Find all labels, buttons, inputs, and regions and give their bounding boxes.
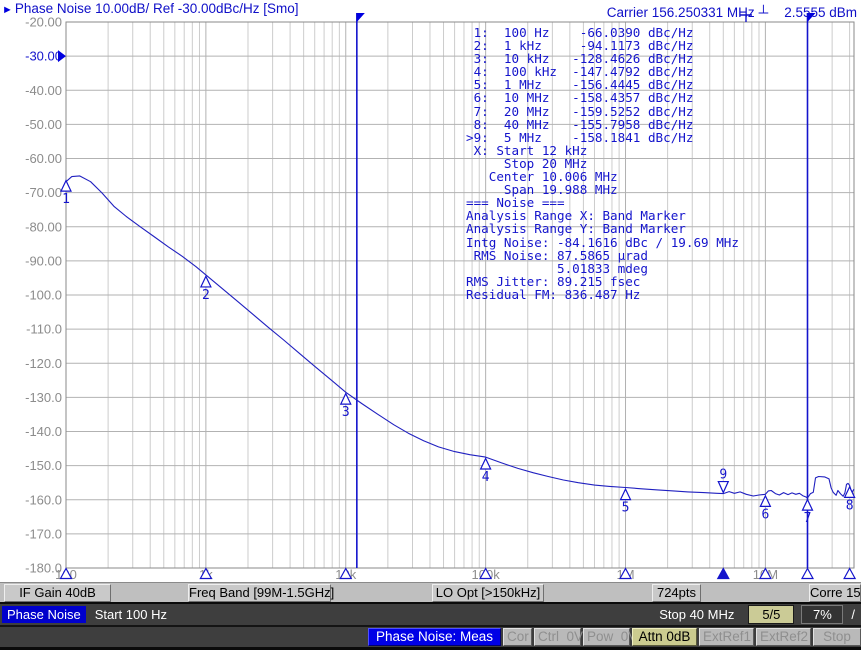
marker-1-label: 1 <box>62 192 70 207</box>
hw-status-if-gain-40db[interactable]: IF Gain 40dB <box>4 584 111 602</box>
softkey-stop[interactable]: Stop <box>813 628 861 646</box>
band-marker-flag-icon <box>357 13 365 22</box>
softkey-attn-0db[interactable]: Attn 0dB <box>632 628 697 646</box>
marker-4-icon[interactable] <box>481 459 491 470</box>
marker-7-label: 7 <box>804 511 812 526</box>
trace-title-text: Phase Noise 10.00dB/ Ref -30.00dBc/Hz [S… <box>15 1 299 16</box>
y-tick-label: -80.00 <box>25 219 62 234</box>
softkey-ctrl-0v[interactable]: Ctrl 0V <box>534 628 581 646</box>
busy-indicator: / <box>851 607 855 622</box>
y-tick-label: -90.00 <box>25 253 62 268</box>
y-tick-label: -140.0 <box>25 424 62 439</box>
marker-8-axis-indicator-icon <box>844 569 855 579</box>
channel-badge[interactable]: Phase Noise <box>2 606 86 623</box>
y-tick-label: -160.0 <box>25 492 62 507</box>
measurement-status-bar: Phase Noise Start 100 Hz Stop 40 MHz 5/5… <box>0 604 861 625</box>
y-tick-label: -100.0 <box>25 288 62 303</box>
marker-7-icon[interactable] <box>802 500 812 511</box>
y-tick-label: -150.0 <box>25 458 62 473</box>
softkey-extref2[interactable]: ExtRef2 <box>756 628 811 646</box>
marker-3-label: 3 <box>342 405 350 420</box>
trace-title[interactable]: ►Phase Noise 10.00dB/ Ref -30.00dBc/Hz [… <box>2 1 299 16</box>
softkey-extref1[interactable]: ExtRef1 <box>699 628 754 646</box>
hw-status-724pts[interactable]: 724pts <box>652 584 701 602</box>
y-tick-label: -60.00 <box>25 151 62 166</box>
marker-6-icon[interactable] <box>760 496 770 507</box>
y-tick-label: -50.00 <box>25 117 62 132</box>
y-tick-label: -130.0 <box>25 390 62 405</box>
marker-1-icon[interactable] <box>61 181 71 192</box>
marker-5-icon[interactable] <box>621 489 631 500</box>
instrument-screen: -20.00 -30.00 -40.00 -50.00 -60.00 -70.00 -80.… <box>0 0 861 650</box>
sweep-stop-readout: Stop 40 MHz <box>659 607 734 622</box>
softkey-cor[interactable]: Cor <box>503 628 532 646</box>
y-tick-label: -170.0 <box>25 526 62 541</box>
active-trace-arrow-icon: ► <box>2 4 13 16</box>
marker-5-label: 5 <box>622 501 630 516</box>
marker-8-label: 8 <box>846 498 854 513</box>
y-tick-label: -20.00 <box>25 15 62 30</box>
hw-status-lo-opt-150khz[interactable]: LO Opt [>150kHz] <box>432 584 544 602</box>
marker-4-label: 4 <box>482 470 490 485</box>
softkey-pow-0v[interactable]: Pow 0V <box>583 628 630 646</box>
marker-6-label: 6 <box>761 507 769 522</box>
y-tick-label: -70.00 <box>25 185 62 200</box>
y-tick-label: -30.00 <box>25 49 62 64</box>
marker-9-icon[interactable] <box>718 482 728 493</box>
softkey-phase-noise-meas[interactable]: Phase Noise: Meas <box>368 628 501 646</box>
marker-9-axis-indicator-icon <box>718 569 729 579</box>
hw-status-corre-15[interactable]: Corre 15 <box>809 584 861 602</box>
softkey-bar: Phase Noise: MeasCorCtrl 0VPow 0VAttn 0d… <box>0 627 861 647</box>
y-tick-label: -110.0 <box>26 322 62 337</box>
carrier-frequency: Carrier 156.250331 MHz <box>607 5 755 20</box>
hw-status-freq-band-99m-1-5ghz[interactable]: Freq Band [99M-1.5GHz] <box>188 584 331 602</box>
y-tick-label: -40.00 <box>25 83 62 98</box>
y-tick-label: -120.0 <box>25 356 62 371</box>
marker-7-axis-indicator-icon <box>802 569 813 579</box>
marker-noise-readout: 1: 100 Hz -66.0390 dBc/Hz 2: 1 kHz -94.1… <box>466 26 739 301</box>
sweep-progress-badge: 7% <box>801 605 843 624</box>
carrier-readout: Carrier 156.250331 MHz ┴ 2.5555 dBm <box>607 5 857 20</box>
marker-9-label: 9 <box>719 468 727 483</box>
average-count-badge: 5/5 <box>748 605 794 624</box>
marker-2-label: 2 <box>202 288 210 303</box>
carrier-tick-icon: ┴ <box>759 5 769 20</box>
hardware-status-bar: IF Gain 40dB Freq Band [99M-1.5GHz] LO Opt… <box>0 582 861 603</box>
sweep-start-readout: Start 100 Hz <box>95 607 167 622</box>
carrier-power: 2.5555 dBm <box>784 5 857 20</box>
reference-level-arrow-icon <box>58 50 66 62</box>
